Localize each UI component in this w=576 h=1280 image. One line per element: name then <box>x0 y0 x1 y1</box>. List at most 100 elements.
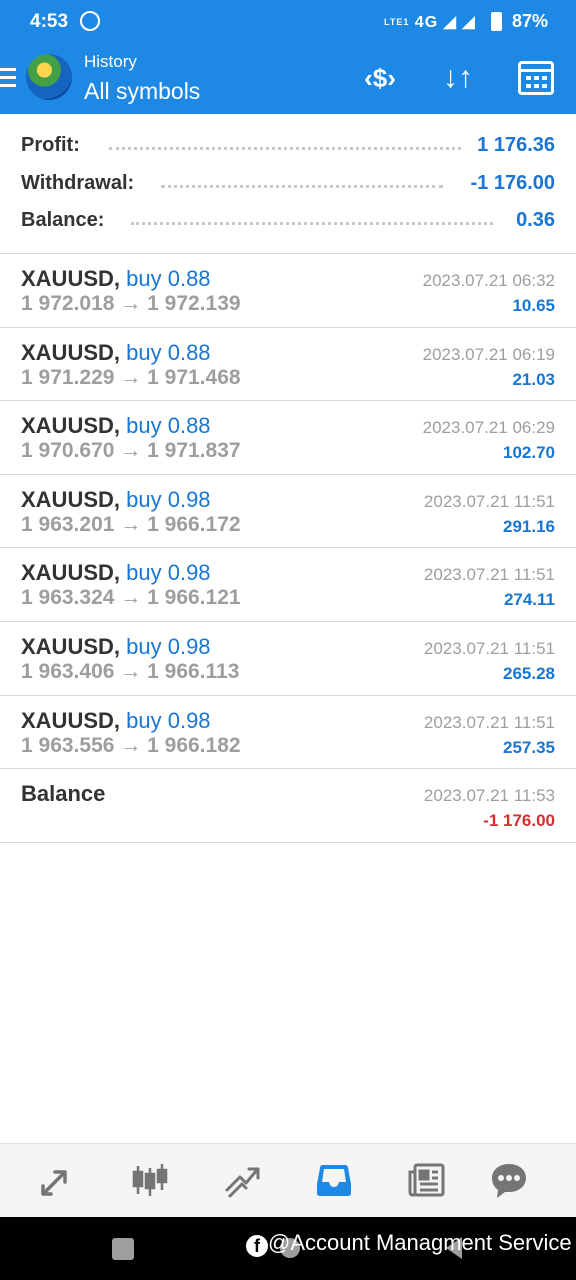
deal-open-price: 1 963.324 <box>21 586 115 610</box>
leader-dots <box>131 221 493 225</box>
deal-row[interactable]: XAUUSD, buy 0.98 1 963.324 → 1 966.121 2… <box>0 548 576 622</box>
deal-profit: 102.70 <box>503 443 555 463</box>
balance-entry-date: 2023.07.21 11:53 <box>423 786 555 806</box>
deal-row[interactable]: XAUUSD, buy 0.88 1 971.229 → 1 971.468 2… <box>0 328 576 402</box>
status-time: 4:53 <box>30 11 69 32</box>
deal-symbol: XAUUSD, <box>21 413 121 439</box>
signal-icon: ◢ ◢ <box>443 14 476 31</box>
deal-symbol: XAUUSD, <box>21 266 121 291</box>
deal-date: 2023.07.21 06:19 <box>422 344 555 364</box>
deal-direction: buy 0.98 <box>126 486 211 512</box>
withdrawal-label: Withdrawal: <box>21 172 135 194</box>
balance-entry-amount: -1 176.00 <box>483 811 555 831</box>
deal-date: 2023.07.21 11:51 <box>423 638 555 658</box>
watermark: f @Account Managment Service <box>246 1230 572 1257</box>
deal-date: 2023.07.21 11:51 <box>423 565 555 585</box>
status-bar: 4:53 LTE1 4G ◢ ◢ 87% <box>0 0 576 42</box>
deal-open-price: 1 971.229 <box>21 365 115 389</box>
deal-profit: 265.28 <box>503 663 555 683</box>
deal-open-price: 1 972.018 <box>21 292 115 315</box>
news-icon[interactable] <box>404 1160 450 1202</box>
deal-date: 2023.07.21 11:51 <box>423 712 555 732</box>
profit-value: 1 176.36 <box>477 134 555 156</box>
leader-dots <box>109 146 461 150</box>
deal-date: 2023.07.21 11:51 <box>423 491 555 511</box>
balance-value: 0.36 <box>516 209 555 231</box>
profit-row: Profit: 1 176.36 <box>21 130 555 160</box>
deal-direction: buy 0.98 <box>126 707 211 733</box>
deal-symbol: XAUUSD, <box>21 560 121 586</box>
deal-row[interactable]: XAUUSD, buy 0.88 1 972.018 → 1 972.139 2… <box>0 254 576 328</box>
arrow-icon: → <box>120 659 142 683</box>
arrow-icon: → <box>120 512 142 536</box>
arrow-icon: → <box>120 733 142 757</box>
recents-button[interactable] <box>112 1238 134 1260</box>
deal-direction: buy 0.88 <box>126 266 211 291</box>
deal-row[interactable]: XAUUSD, buy 0.98 1 963.556 → 1 966.182 2… <box>0 696 576 770</box>
deal-open-price: 1 963.556 <box>21 733 115 757</box>
balance-label: Balance: <box>21 209 105 231</box>
deals-list: XAUUSD, buy 0.88 1 972.018 → 1 972.139 2… <box>0 254 576 843</box>
balance-entry-row[interactable]: Balance 2023.07.21 11:53 -1 176.00 <box>0 769 576 843</box>
facebook-icon: f <box>246 1235 268 1257</box>
deal-open-price: 1 963.201 <box>21 512 115 536</box>
menu-icon[interactable] <box>0 68 16 88</box>
system-nav-bar: f @Account Managment Service <box>0 1217 576 1280</box>
toolbar-subtitle: History <box>84 52 137 71</box>
deal-profit: 257.35 <box>503 737 555 757</box>
deal-close-price: 1 966.172 <box>147 512 241 536</box>
arrow-icon: → <box>120 292 142 315</box>
toolbar-title[interactable]: All symbols <box>84 78 200 105</box>
app-toolbar: History All symbols ‹$› ↓↑ <box>0 42 576 114</box>
deal-date: 2023.07.21 06:32 <box>422 271 555 290</box>
withdrawal-row: Withdrawal: -1 176.00 <box>21 168 555 198</box>
network-type: 4G <box>414 14 439 31</box>
chat-icon[interactable] <box>486 1160 532 1202</box>
app-logo-icon <box>26 54 72 100</box>
quotes-icon[interactable] <box>34 1160 80 1202</box>
deal-close-price: 1 966.113 <box>147 659 240 683</box>
deal-close-price: 1 966.182 <box>147 733 241 757</box>
deal-date: 2023.07.21 06:29 <box>422 418 555 438</box>
bottom-navigation <box>0 1143 576 1217</box>
deal-profit: 10.65 <box>512 296 555 315</box>
deal-close-price: 1 966.121 <box>147 586 241 610</box>
deal-direction: buy 0.88 <box>126 339 211 365</box>
deal-row[interactable]: XAUUSD, buy 0.88 1 970.670 → 1 971.837 2… <box>0 401 576 475</box>
battery-icon <box>491 12 502 31</box>
deal-row[interactable]: XAUUSD, buy 0.98 1 963.406 → 1 966.113 2… <box>0 622 576 696</box>
sort-icon[interactable]: ↓↑ <box>438 60 478 96</box>
chart-icon[interactable] <box>127 1160 173 1202</box>
arrow-icon: → <box>120 586 142 610</box>
deal-profit: 274.11 <box>503 590 555 610</box>
deal-symbol: XAUUSD, <box>21 339 121 365</box>
deal-symbol: XAUUSD, <box>21 486 121 512</box>
deal-profit: 291.16 <box>503 516 555 536</box>
deposit-icon[interactable]: ‹$› <box>360 60 400 96</box>
deal-close-price: 1 972.139 <box>147 292 241 315</box>
deal-direction: buy 0.98 <box>126 633 211 659</box>
watermark-text: @Account Managment Service <box>268 1230 572 1255</box>
arrow-icon: → <box>120 439 142 463</box>
messenger-icon <box>80 11 100 31</box>
history-icon[interactable] <box>311 1160 357 1202</box>
balance-row: Balance: 0.36 <box>21 205 555 235</box>
deal-symbol: XAUUSD, <box>21 707 121 733</box>
history-summary: Profit: 1 176.36 Withdrawal: -1 176.00 B… <box>0 114 576 254</box>
network-indicator: LTE1 4G ◢ ◢ <box>384 12 476 32</box>
withdrawal-value: -1 176.00 <box>470 172 555 194</box>
calendar-icon[interactable] <box>516 60 556 96</box>
deal-open-price: 1 970.670 <box>21 439 115 463</box>
leader-dots <box>161 184 443 188</box>
profit-label: Profit: <box>21 134 80 156</box>
trade-icon[interactable] <box>219 1160 265 1202</box>
deal-open-price: 1 963.406 <box>21 659 115 683</box>
deal-close-price: 1 971.837 <box>147 439 241 463</box>
deal-symbol: XAUUSD, <box>21 633 121 659</box>
deal-row[interactable]: XAUUSD, buy 0.98 1 963.201 → 1 966.172 2… <box>0 475 576 549</box>
deal-profit: 21.03 <box>512 369 555 389</box>
battery-level: 87% <box>512 11 549 31</box>
deal-close-price: 1 971.468 <box>147 365 241 389</box>
deal-direction: buy 0.98 <box>126 560 211 586</box>
arrow-icon: → <box>120 365 142 389</box>
